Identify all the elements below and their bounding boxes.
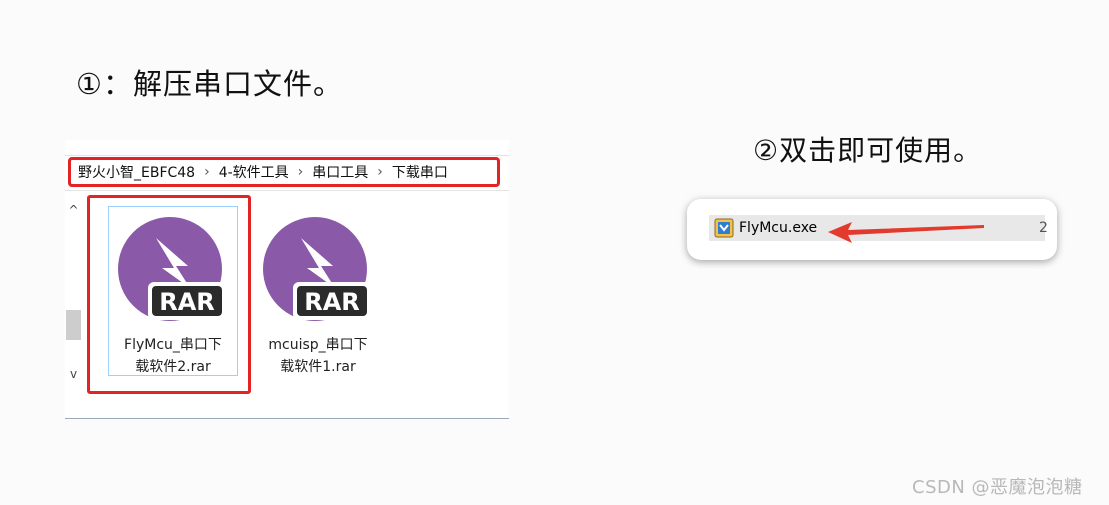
vertical-scrollbar[interactable]: ^ v <box>65 198 82 388</box>
file-label-line1: mcuisp_串口下 <box>268 337 368 353</box>
row-trailing-value: 2 <box>1039 220 1048 236</box>
rar-archive-icon: RAR <box>263 216 373 326</box>
chevron-right-icon: › <box>377 164 383 180</box>
scroll-up-icon[interactable]: ^ <box>65 202 82 219</box>
breadcrumb-item-download-serial[interactable]: 下载串口 <box>392 162 448 182</box>
breadcrumb: 野火小智_EBFC48 › 4-软件工具 › 串口工具 › 下载串口 <box>68 157 500 187</box>
step2-caption: ②双击即可使用。 <box>753 134 983 167</box>
breadcrumb-item-serial-tools[interactable]: 串口工具 <box>312 162 368 182</box>
scrollbar-thumb[interactable] <box>66 310 81 340</box>
file-label-line2: 载软件1.rar <box>280 359 356 375</box>
address-bar[interactable]: 野火小智_EBFC48 › 4-软件工具 › 串口工具 › 下载串口 <box>65 155 509 191</box>
file-label: FlyMcu_串口下 载软件2.rar <box>108 334 238 378</box>
step1-caption: ①：解压串口文件。 <box>76 67 343 101</box>
file-item-flymcu-rar[interactable]: RAR FlyMcu_串口下 载软件2.rar <box>108 206 238 378</box>
scroll-down-icon[interactable]: v <box>65 366 82 383</box>
breadcrumb-item-root[interactable]: 野火小智_EBFC48 <box>78 162 195 182</box>
watermark: CSDN @恶魔泡泡糖 <box>912 477 1083 498</box>
file-explorer-window: 野火小智_EBFC48 › 4-软件工具 › 串口工具 › 下载串口 ^ v R… <box>65 140 509 419</box>
chevron-right-icon: › <box>297 164 304 180</box>
chevron-right-icon: › <box>204 164 210 180</box>
breadcrumb-item-tools[interactable]: 4-软件工具 <box>219 162 289 182</box>
file-label: mcuisp_串口下 载软件1.rar <box>253 334 383 378</box>
file-label-line2: 载软件2.rar <box>135 359 211 375</box>
red-arrow-icon <box>828 222 984 243</box>
file-item-mcuisp-rar[interactable]: RAR mcuisp_串口下 载软件1.rar <box>253 206 383 378</box>
exe-filename[interactable]: FlyMcu.exe <box>739 218 817 238</box>
rar-badge-text: RAR <box>159 288 215 316</box>
file-label-line1: FlyMcu_串口下 <box>124 337 222 353</box>
rar-archive-icon: RAR <box>118 216 228 326</box>
rar-badge-text: RAR <box>304 288 360 316</box>
snippet-top-row <box>687 199 1057 213</box>
exe-app-icon[interactable] <box>714 218 734 238</box>
